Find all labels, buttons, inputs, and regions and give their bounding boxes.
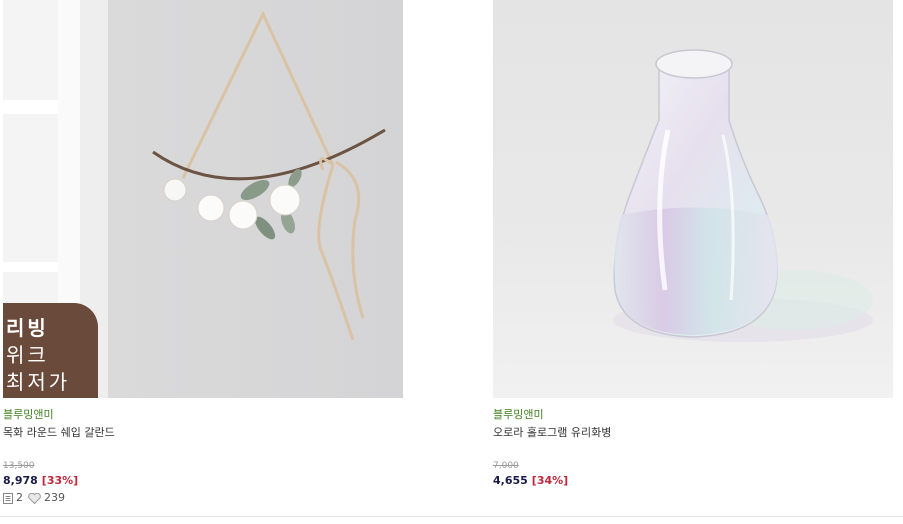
living-week-lowest-price-badge: 리빙 위크 최저가 [3,303,98,398]
badge-line-1: 리빙 [6,316,49,340]
review-icon [3,492,13,504]
price-row: 4,655 [34%] [493,474,893,488]
review-count-item[interactable]: 2 [3,491,23,505]
heart-icon [28,492,41,504]
bottom-divider [0,516,903,517]
discount-rate: [33%] [41,474,79,487]
badge-line-3: 최저가 [6,370,71,394]
sale-price: 8,978 [3,474,38,487]
sale-price: 4,655 [493,474,528,487]
product-meta: 2 239 [3,491,403,505]
review-count: 2 [16,491,23,504]
product-card-aurora-vase[interactable]: 블루밍앤미 오로라 홀로그램 유리화병 7,000 4,655 [34%] [493,0,893,488]
discount-rate: [34%] [531,474,569,487]
original-price: 13,500 [3,461,35,471]
product-title-link[interactable]: 목화 라운드 쉐입 갈란드 [3,426,403,440]
price-row: 8,978 [33%] [3,474,403,488]
original-price: 7,000 [493,461,519,471]
like-count-item[interactable]: 239 [28,491,65,505]
product-title-link[interactable]: 오로라 홀로그램 유리화병 [493,426,893,440]
like-count: 239 [44,491,65,504]
product-image-aurora-vase[interactable] [493,0,893,398]
brand-link[interactable]: 블루밍앤미 [493,408,893,422]
badge-line-2: 위크 [6,343,49,367]
brand-link[interactable]: 블루밍앤미 [3,408,403,422]
product-card-cotton-garland[interactable]: 리빙 위크 최저가 블루밍앤미 목화 라운드 쉐입 갈란드 13,500 8,9… [3,0,403,505]
